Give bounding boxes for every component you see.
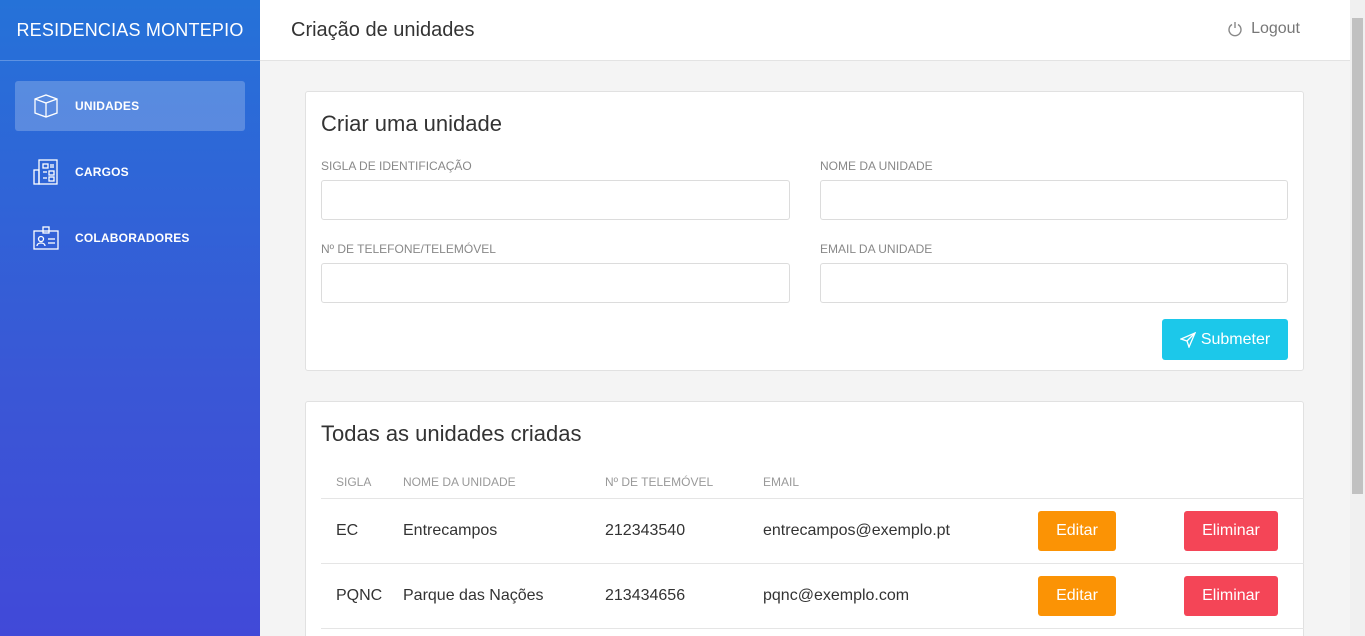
page-title: Criação de unidades — [291, 19, 475, 41]
edit-button[interactable]: Editar — [1038, 510, 1116, 551]
column-header-nome: NOME DA UNIDADE — [403, 466, 605, 499]
column-header-delete — [1162, 466, 1304, 499]
scrollbar-thumb[interactable] — [1352, 18, 1363, 494]
sidebar-item-cargos[interactable]: CARGOS — [15, 147, 245, 197]
cell-delete: Eliminar — [1162, 498, 1304, 564]
sidebar-item-unidades[interactable]: UNIDADES — [15, 81, 245, 131]
sidebar-item-label: UNIDADES — [75, 99, 140, 113]
table-header-row: SIGLA NOME DA UNIDADE Nº DE TELEMÓVEL EM… — [321, 466, 1304, 499]
sigla-label: SIGLA DE IDENTIFICAÇÃO — [321, 159, 472, 173]
delete-button[interactable]: Eliminar — [1184, 575, 1278, 616]
column-header-email: EMAIL — [763, 466, 1038, 499]
sidebar-item-label: CARGOS — [75, 165, 129, 179]
edit-button[interactable]: Editar — [1038, 575, 1116, 616]
table-row: PQNC Parque das Nações 213434656 pqnc@ex… — [321, 563, 1304, 629]
column-header-telefone: Nº DE TELEMÓVEL — [605, 466, 763, 499]
submit-label: Submeter — [1200, 330, 1271, 348]
email-input[interactable] — [820, 263, 1288, 303]
cell-edit: Editar — [1038, 563, 1162, 629]
units-table: SIGLA NOME DA UNIDADE Nº DE TELEMÓVEL EM… — [321, 466, 1304, 629]
cell-nome: Parque das Nações — [403, 563, 605, 629]
cell-edit: Editar — [1038, 498, 1162, 564]
power-icon — [1228, 22, 1242, 37]
column-header-sigla: SIGLA — [321, 466, 403, 499]
sidebar-item-colaboradores[interactable]: COLABORADORES — [15, 213, 245, 263]
units-list-card: Todas as unidades criadas SIGLA NOME DA … — [305, 401, 1304, 636]
delete-button[interactable]: Eliminar — [1184, 510, 1278, 551]
table-row: EC Entrecampos 212343540 entrecampos@exe… — [321, 498, 1304, 564]
submit-button[interactable]: Submeter — [1162, 319, 1288, 360]
logout-button[interactable]: Logout — [1227, 20, 1300, 38]
cell-telefone: 212343540 — [605, 498, 763, 564]
sidebar-item-label: COLABORADORES — [75, 231, 190, 245]
nome-input[interactable] — [820, 180, 1288, 220]
building-icon — [31, 157, 61, 187]
sidebar: RESIDENCIAS MONTEPIO UNIDADES CARGOS COL… — [0, 0, 260, 636]
telefone-input[interactable] — [321, 263, 790, 303]
nome-label: NOME DA UNIDADE — [820, 159, 933, 173]
cube-icon — [31, 91, 61, 121]
telefone-label: Nº DE TELEFONE/TELEMÓVEL — [321, 242, 496, 256]
id-card-icon — [31, 223, 61, 253]
cell-delete: Eliminar — [1162, 563, 1304, 629]
brand-title[interactable]: RESIDENCIAS MONTEPIO — [0, 0, 260, 61]
logout-label: Logout — [1251, 20, 1300, 37]
cell-email: pqnc@exemplo.com — [763, 563, 1038, 629]
top-bar: Criação de unidades Logout — [260, 0, 1350, 61]
create-unit-title: Criar uma unidade — [321, 111, 502, 136]
column-header-edit — [1038, 466, 1162, 499]
cell-nome: Entrecampos — [403, 498, 605, 564]
cell-telefone: 213434656 — [605, 563, 763, 629]
cell-sigla: EC — [321, 498, 403, 564]
vertical-scrollbar[interactable] — [1350, 0, 1365, 636]
email-label: EMAIL DA UNIDADE — [820, 242, 933, 256]
sigla-input[interactable] — [321, 180, 790, 220]
create-unit-card: Criar uma unidade SIGLA DE IDENTIFICAÇÃO… — [305, 91, 1304, 371]
units-list-title: Todas as unidades criadas — [321, 421, 582, 446]
cell-sigla: PQNC — [321, 563, 403, 629]
sidebar-nav: UNIDADES CARGOS COLABORADORES — [0, 61, 260, 263]
send-icon — [1179, 331, 1196, 348]
cell-email: entrecampos@exemplo.pt — [763, 498, 1038, 564]
